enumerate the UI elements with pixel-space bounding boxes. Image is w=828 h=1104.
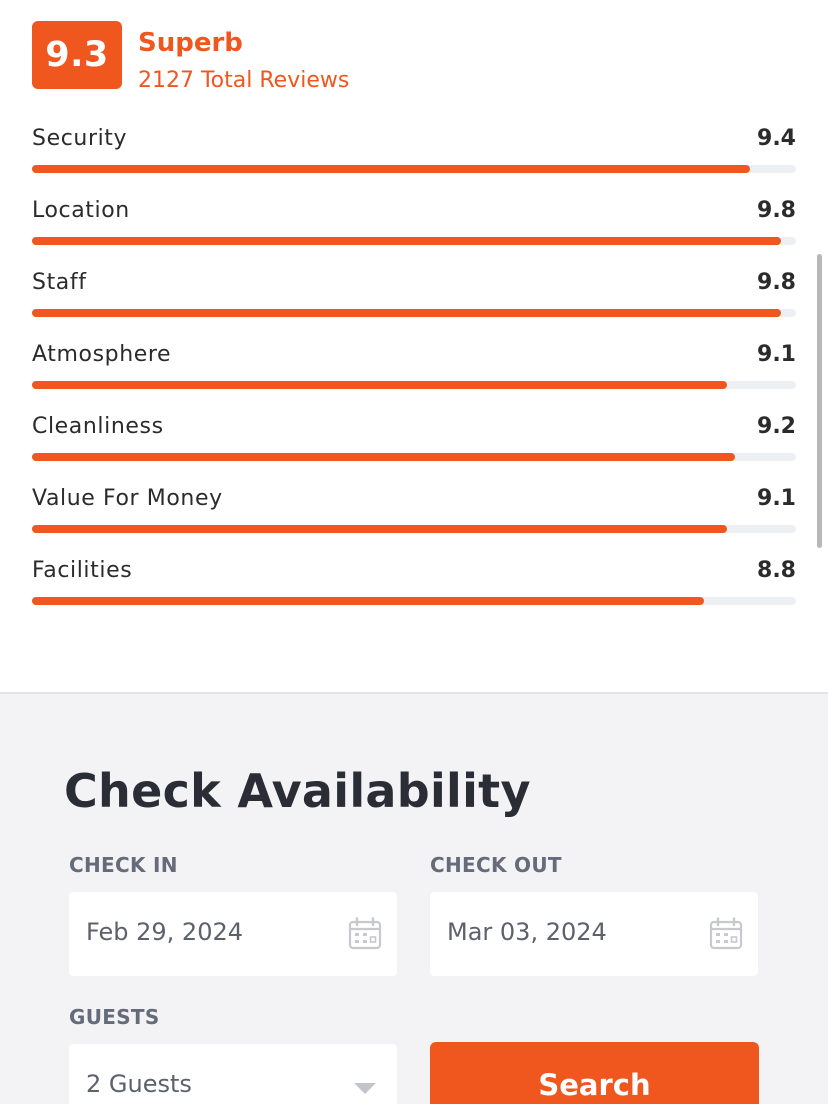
category-name: Atmosphere: [32, 342, 172, 367]
guests-label: GUESTS: [69, 1005, 160, 1029]
category-score: 9.4: [757, 126, 796, 151]
category-name: Facilities: [32, 558, 133, 583]
category-name: Location: [32, 198, 130, 223]
page: 9.3 Superb 2127 Total Reviews Security 9.…: [0, 0, 828, 1104]
scrollbar[interactable]: [817, 254, 822, 548]
category-bar-fill: [32, 525, 728, 533]
category-bar-track: [32, 453, 796, 461]
category-score: 9.1: [757, 486, 796, 511]
category-score: 9.2: [757, 414, 796, 439]
category-score: 9.8: [757, 198, 796, 223]
category-score: 8.8: [757, 558, 796, 583]
check-out-value: Mar 03, 2024: [447, 918, 607, 946]
calendar-icon: [709, 917, 743, 950]
chevron-down-icon: [354, 1083, 376, 1094]
check-availability-section: Check Availability CHECK IN Feb 29, 2024…: [0, 692, 828, 1104]
category-row: Atmosphere 9.1: [32, 340, 796, 412]
category-name: Security: [32, 126, 128, 151]
category-bar-track: [32, 381, 796, 389]
category-bar-fill: [32, 597, 705, 605]
category-name: Value For Money: [32, 486, 223, 511]
category-bar-fill: [32, 165, 751, 173]
category-bar-fill: [32, 237, 781, 245]
category-name: Cleanliness: [32, 414, 164, 439]
category-bar-fill: [32, 381, 728, 389]
category-bar-fill: [32, 453, 735, 461]
check-out-field[interactable]: Mar 03, 2024: [430, 892, 758, 976]
category-bar-fill: [32, 309, 781, 317]
category-ratings-list: Security 9.4 Location 9.8 Staff 9.8 Atmosphere…: [32, 124, 796, 628]
category-bar-track: [32, 525, 796, 533]
overall-score-badge: 9.3: [32, 21, 122, 89]
category-row: Facilities 8.8: [32, 556, 796, 628]
check-out-label: CHECK OUT: [430, 853, 562, 877]
total-reviews[interactable]: 2127 Total Reviews: [138, 68, 349, 93]
category-bar-track: [32, 309, 796, 317]
check-availability-title: Check Availability: [64, 764, 531, 818]
calendar-icon: [348, 917, 382, 950]
category-bar-track: [32, 237, 796, 245]
check-in-label: CHECK IN: [69, 853, 178, 877]
category-row: Cleanliness 9.2: [32, 412, 796, 484]
category-bar-track: [32, 165, 796, 173]
category-row: Location 9.8: [32, 196, 796, 268]
category-name: Staff: [32, 270, 87, 295]
category-score: 9.8: [757, 270, 796, 295]
rating-word: Superb: [138, 28, 243, 58]
category-bar-track: [32, 597, 796, 605]
search-button[interactable]: Search: [430, 1042, 759, 1104]
guests-select[interactable]: 2 Guests: [69, 1044, 397, 1104]
category-score: 9.1: [757, 342, 796, 367]
check-in-value: Feb 29, 2024: [86, 918, 243, 946]
guests-value: 2 Guests: [86, 1070, 192, 1098]
category-row: Security 9.4: [32, 124, 796, 196]
check-in-field[interactable]: Feb 29, 2024: [69, 892, 397, 976]
category-row: Staff 9.8: [32, 268, 796, 340]
category-row: Value For Money 9.1: [32, 484, 796, 556]
